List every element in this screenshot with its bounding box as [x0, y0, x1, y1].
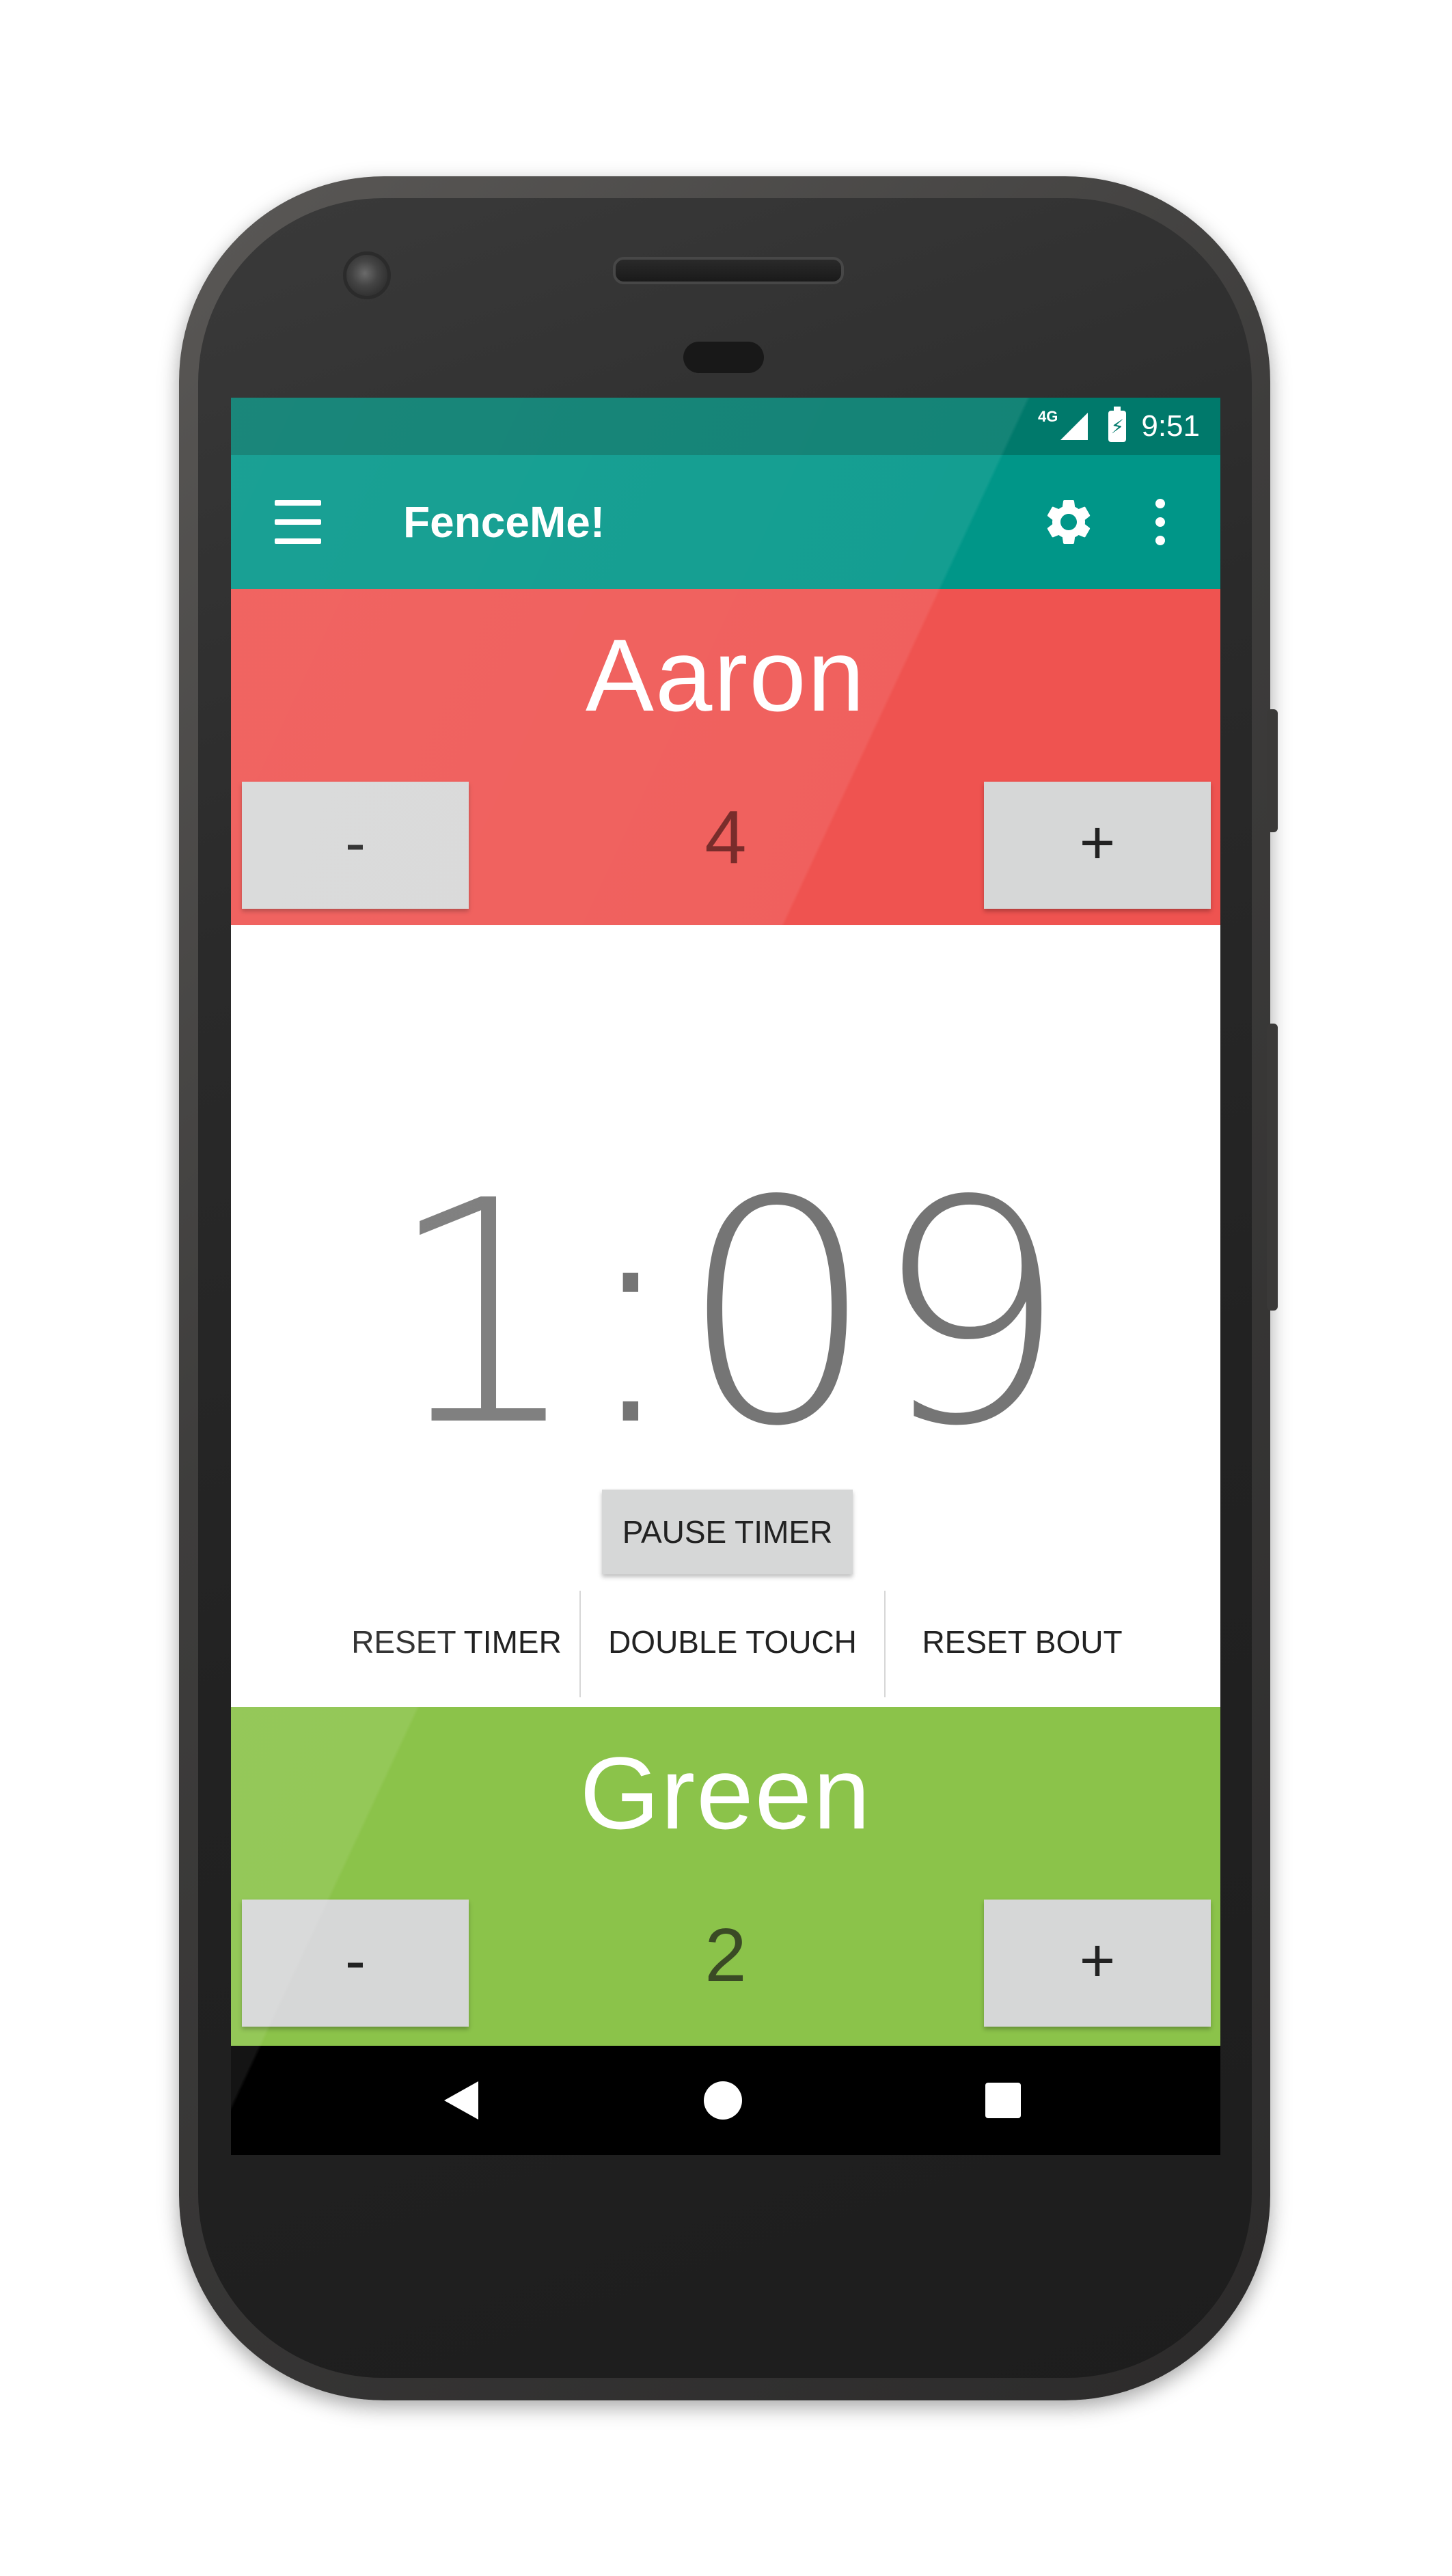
front-camera	[343, 251, 391, 299]
status-icons: 4G ⚡ 9:51	[1038, 407, 1200, 446]
fencer-top-name[interactable]: Aaron	[231, 616, 1220, 735]
double-touch-button[interactable]: DOUBLE TOUCH	[581, 1591, 884, 1693]
speaker-grille	[613, 257, 844, 284]
more-vert-icon[interactable]	[1150, 495, 1170, 549]
reset-bout-button[interactable]: RESET BOUT	[886, 1591, 1159, 1693]
recents-icon[interactable]	[985, 2083, 1021, 2118]
status-clock: 9:51	[1141, 409, 1200, 443]
screen: 4G ⚡ 9:51 FenceMe! Aaron - 4 + 1:09 PAUS…	[231, 398, 1220, 2155]
app-title: FenceMe!	[403, 497, 605, 547]
back-icon[interactable]	[444, 2081, 478, 2120]
gear-icon[interactable]	[1041, 495, 1096, 549]
power-button	[1267, 709, 1278, 832]
action-row: RESET TIMER DOUBLE TOUCH RESET BOUT	[231, 1591, 1220, 1697]
home-icon[interactable]	[704, 2081, 742, 2120]
navigation-bar	[231, 2046, 1220, 2155]
fencer-top-panel: Aaron - 4 +	[231, 589, 1220, 925]
network-type: 4G	[1038, 408, 1058, 425]
volume-button	[1267, 1024, 1278, 1311]
status-bar: 4G ⚡ 9:51	[231, 398, 1220, 455]
signal-icon	[1060, 413, 1088, 440]
fencer-bottom-plus-button[interactable]: +	[984, 1900, 1211, 2027]
proximity-sensor	[683, 342, 764, 373]
fencer-bottom-panel: Green - 2 +	[231, 1707, 1220, 2046]
pause-timer-button[interactable]: PAUSE TIMER	[602, 1490, 853, 1574]
fencer-top-plus-button[interactable]: +	[984, 782, 1211, 909]
app-bar: FenceMe!	[231, 455, 1220, 589]
reset-timer-button[interactable]: RESET TIMER	[320, 1591, 593, 1693]
timer-display: 1:09	[385, 1136, 1069, 1494]
menu-icon[interactable]	[275, 500, 321, 544]
battery-icon: ⚡	[1108, 407, 1127, 442]
fencer-bottom-name[interactable]: Green	[231, 1734, 1220, 1852]
